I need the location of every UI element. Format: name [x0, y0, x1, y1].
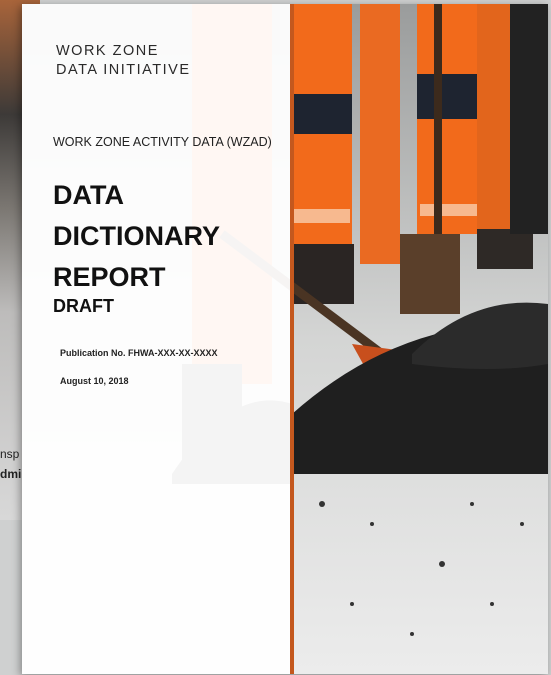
draft-label: DRAFT [53, 296, 114, 316]
accent-divider [290, 4, 294, 674]
report-title-line: DATA [53, 180, 124, 210]
organization-line: WORK ZONE [56, 43, 159, 59]
background-text-fragment: dmi [0, 467, 22, 481]
background-text-fragment: nsp [0, 447, 20, 461]
organization-line: DATA INITIATIVE [56, 62, 191, 78]
series-title: WORK ZONE ACTIVITY DATA (WZAD) [53, 135, 272, 149]
publication-number: Publication No. FHWA-XXX-XX-XXXX [60, 348, 218, 358]
title-panel [22, 4, 292, 674]
report-title-line: DICTIONARY [53, 221, 220, 251]
report-cover: WORK ZONE DATA INITIATIVE WORK ZONE ACTI… [22, 4, 548, 674]
publication-date: August 10, 2018 [60, 376, 129, 386]
organization-name: WORK ZONE DATA INITIATIVE [56, 42, 191, 80]
report-title-line: REPORT [53, 262, 166, 292]
report-title: DATA DICTIONARY REPORT [53, 175, 220, 298]
